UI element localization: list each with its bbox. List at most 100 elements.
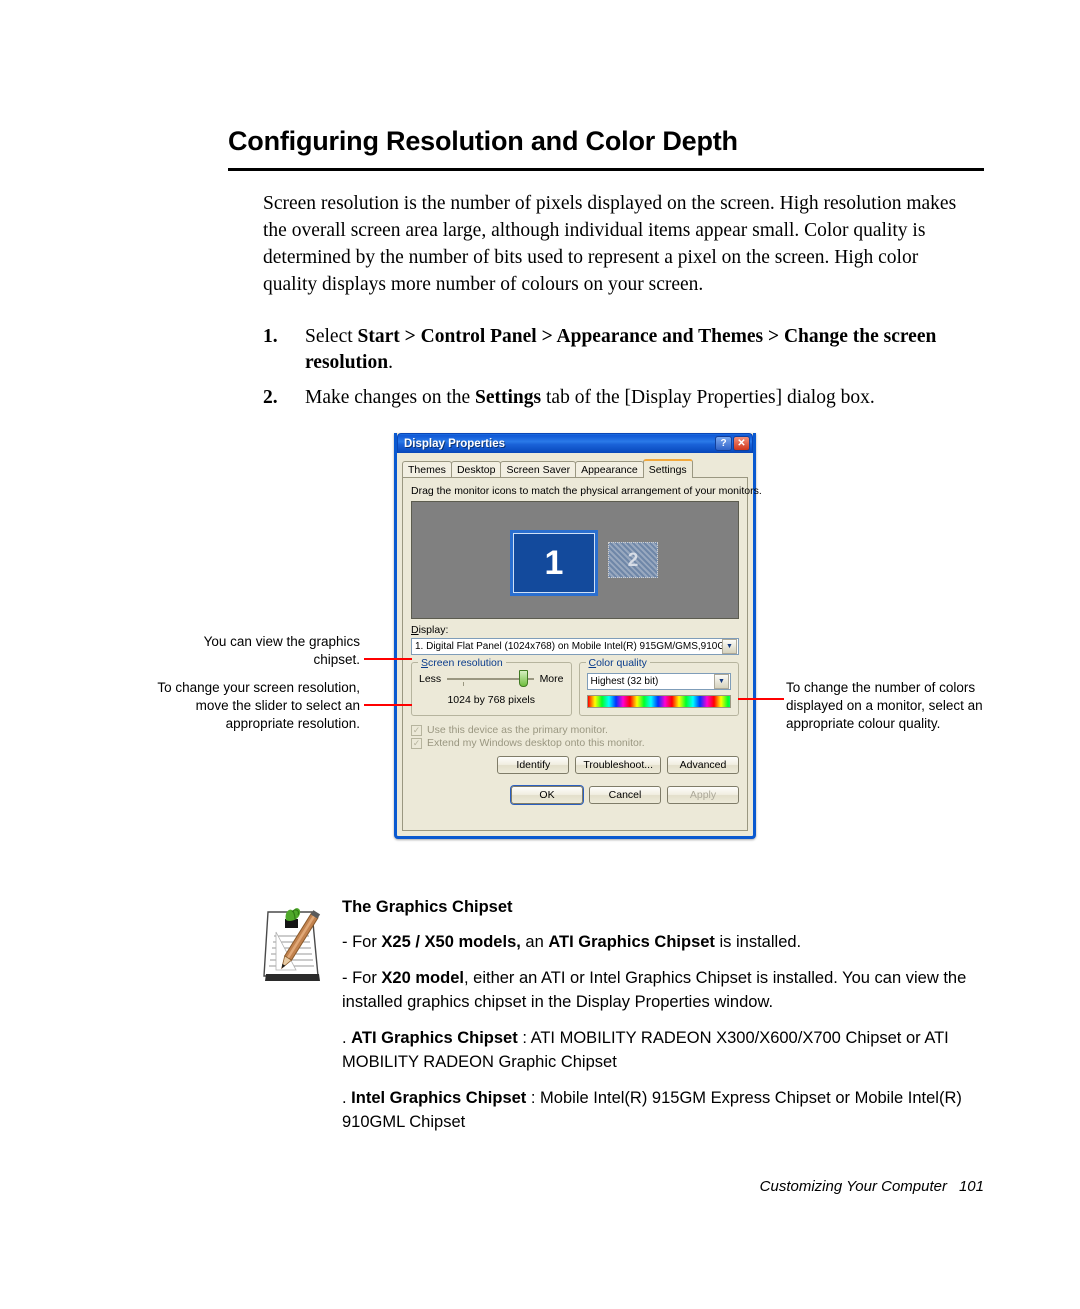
note-line-bold: ATI Graphics Chipset <box>351 1029 518 1047</box>
resolution-slider-row[interactable]: Less More <box>419 670 564 687</box>
tab-desktop[interactable]: Desktop <box>450 461 502 477</box>
screen-resolution-legend: Screen resolution <box>418 657 506 669</box>
close-icon[interactable]: ✕ <box>733 436 750 451</box>
ok-button[interactable]: OK <box>511 786 583 804</box>
step-number: 2. <box>263 387 278 408</box>
tab-appearance[interactable]: Appearance <box>575 461 644 477</box>
note-line-pre: . <box>342 1029 352 1047</box>
page-title: Configuring Resolution and Color Depth <box>228 126 738 156</box>
color-quality-group: Color quality Highest (32 bit) ▼ <box>578 657 739 716</box>
advanced-button[interactable]: Advanced <box>667 756 739 774</box>
action-button-row: Identify Troubleshoot... Advanced <box>411 756 739 774</box>
dialog-title: Display Properties <box>404 437 505 450</box>
screen-resolution-group: Screen resolution Less More 1024 by 768 … <box>411 657 572 716</box>
cq-legend-rest: olor quality <box>596 657 647 669</box>
settings-tab-panel: Drag the monitor icons to match the phys… <box>402 478 762 831</box>
callout-graphics-chipset: You can view the graphics chipset. <box>203 634 360 667</box>
monitor-number-2: 2 <box>627 549 639 571</box>
display-label: Display: <box>411 624 739 636</box>
step-text-post: tab of the [Display Properties] dialog b… <box>541 387 875 408</box>
sr-legend-rest: creen resolution <box>428 657 503 669</box>
extend-desktop-checkbox[interactable]: ✓ Extend my Windows desktop onto this mo… <box>411 737 739 749</box>
slider-tick <box>463 682 465 686</box>
display-label-rest: isplay: <box>418 624 449 636</box>
callout-color-quality: To change the number of colors displayed… <box>786 680 983 731</box>
identify-button[interactable]: Identify <box>497 756 570 774</box>
note-line-post: is installed. <box>714 933 802 951</box>
checkbox-check-icon: ✓ <box>411 737 422 749</box>
monitor-arrangement-preview[interactable]: 1 2 <box>411 501 739 619</box>
step-list: 1. Select Start > Control Panel > Appear… <box>263 324 973 420</box>
slider-less-label: Less <box>419 673 442 685</box>
display-label-underline: D <box>411 624 419 636</box>
arrangement-hint: Drag the monitor icons to match the phys… <box>411 485 762 497</box>
callout-leader-line <box>738 698 784 700</box>
note-line-bold: X20 model <box>381 969 464 987</box>
troubleshoot-button[interactable]: Troubleshoot... <box>575 756 661 774</box>
step-text-post: . <box>388 352 393 373</box>
step-text: Make changes on the Settings tab of the … <box>305 385 973 411</box>
primary-monitor-label: Use this device as the primary monitor. <box>427 724 608 736</box>
note-line-pre: . <box>342 1089 352 1107</box>
sr-legend-underline: S <box>421 657 429 669</box>
resolution-value: 1024 by 768 pixels <box>447 694 536 706</box>
note-line: . ATI Graphics Chipset : ATI MOBILITY RA… <box>342 1026 982 1074</box>
notepad-pencil-icon <box>262 902 324 984</box>
note-line-bold: X25 / X50 models, <box>381 933 521 951</box>
slider-more-label: More <box>539 673 564 685</box>
extend-desktop-label: Extend my Windows desktop onto this moni… <box>427 737 645 749</box>
step-text-pre: Select <box>305 326 358 347</box>
tab-themes[interactable]: Themes <box>402 461 452 477</box>
callout-leader-line <box>364 658 412 660</box>
note-line: . Intel Graphics Chipset : Mobile Intel(… <box>342 1086 982 1134</box>
step-text-pre: Make changes on the <box>305 387 476 408</box>
step-text-bold: Start > Control Panel > Appearance and T… <box>305 326 937 373</box>
resolution-slider-thumb[interactable] <box>518 670 528 687</box>
tab-settings[interactable]: Settings <box>642 459 693 478</box>
chevron-down-icon[interactable]: ▼ <box>714 674 729 689</box>
list-item: 1. Select Start > Control Panel > Appear… <box>263 324 973 376</box>
display-properties-dialog: Display Properties ? ✕ Themes Desktop Sc… <box>394 433 762 839</box>
step-text: Select Start > Control Panel > Appearanc… <box>305 324 973 376</box>
note-title: The Graphics Chipset <box>342 898 513 916</box>
footer-section: Customizing Your Computer <box>759 1178 947 1195</box>
note-line-mid: an <box>520 933 549 951</box>
checkbox-check-icon: ✓ <box>411 724 422 736</box>
apply-button: Apply <box>667 786 739 804</box>
title-divider <box>228 168 984 171</box>
tab-screen-saver[interactable]: Screen Saver <box>500 461 577 477</box>
step-text-bold: Settings <box>475 387 542 408</box>
intro-paragraph: Screen resolution is the number of pixel… <box>263 193 957 295</box>
callout-leader-line <box>364 704 412 706</box>
note-line: - For X25 / X50 models, an ATI Graphics … <box>342 930 982 954</box>
note-line-bold2: ATI Graphics Chipset <box>548 933 715 951</box>
cq-legend-underline: C <box>588 657 597 669</box>
display-select[interactable]: 1. Digital Flat Panel (1024x768) on Mobi… <box>411 638 739 655</box>
help-icon[interactable]: ? <box>715 436 732 451</box>
dialog-titlebar[interactable]: Display Properties ? ✕ <box>397 433 753 453</box>
color-spectrum-bar <box>586 695 731 708</box>
callout-screen-resolution: To change your screen resolution, move t… <box>157 680 360 731</box>
tab-strip: Themes Desktop Screen Saver Appearance S… <box>402 459 748 478</box>
resolution-slider-track[interactable] <box>447 670 534 687</box>
page-footer: Customizing Your Computer 101 <box>0 1178 984 1195</box>
list-item: 2. Make changes on the Settings tab of t… <box>263 385 973 411</box>
note-line-pre: - For <box>342 969 382 987</box>
note-line-bold: Intel Graphics Chipset <box>351 1089 527 1107</box>
monitor-options: ✓ Use this device as the primary monitor… <box>411 724 739 749</box>
page-number: 101 <box>958 1178 984 1195</box>
cancel-button[interactable]: Cancel <box>589 786 661 804</box>
monitor-icon-1[interactable]: 1 <box>510 530 598 596</box>
monitor-number-1: 1 <box>544 544 564 582</box>
color-quality-value: Highest (32 bit) <box>590 676 659 687</box>
color-quality-select[interactable]: Highest (32 bit) ▼ <box>586 673 731 690</box>
note-block: The Graphics Chipset - For X25 / X50 mod… <box>262 898 982 1146</box>
note-content: The Graphics Chipset - For X25 / X50 mod… <box>342 898 982 1134</box>
primary-monitor-checkbox[interactable]: ✓ Use this device as the primary monitor… <box>411 724 739 736</box>
monitor-icon-2[interactable]: 2 <box>608 542 658 578</box>
note-line-pre: - For <box>342 933 382 951</box>
chevron-down-icon[interactable]: ▼ <box>722 639 737 654</box>
settings-columns: Screen resolution Less More 1024 by 768 … <box>411 657 739 716</box>
dialog-button-row: OK Cancel Apply <box>411 786 739 804</box>
note-line: - For X20 model, either an ATI or Intel … <box>342 966 982 1014</box>
